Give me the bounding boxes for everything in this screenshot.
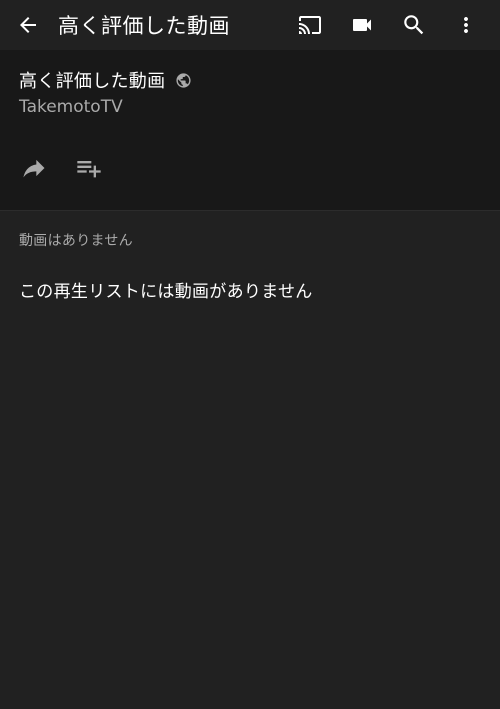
back-button[interactable]: [4, 1, 52, 49]
more-options-button[interactable]: [440, 1, 492, 49]
cast-button[interactable]: [284, 1, 336, 49]
share-button[interactable]: [20, 146, 68, 190]
section-label: 動画はありません: [19, 233, 133, 249]
app-bar: 高く評価した動画: [0, 0, 500, 50]
camera-button[interactable]: [336, 1, 388, 49]
page-title: 高く評価した動画: [58, 14, 230, 38]
empty-state-message: この再生リストには動画がありません: [19, 282, 313, 302]
add-to-playlist-button[interactable]: [75, 146, 123, 190]
videocam-icon: [353, 19, 371, 31]
channel-name[interactable]: TakemotoTV: [19, 97, 123, 117]
cast-icon: [299, 16, 321, 34]
more-vert-icon: [464, 17, 468, 33]
search-icon: [404, 15, 424, 35]
app-bar-actions: [284, 0, 492, 50]
share-icon: [23, 159, 45, 178]
playlist-header: 高く評価した動画 TakemotoTV: [0, 50, 500, 211]
playlist-title-row: 高く評価した動画: [19, 67, 192, 93]
playlist-add-icon: [77, 161, 101, 178]
globe-icon: [175, 72, 192, 89]
playlist-title: 高く評価した動画: [19, 71, 166, 92]
playlist-actions: [20, 146, 123, 190]
search-button[interactable]: [388, 1, 440, 49]
arrow-back-icon: [20, 17, 36, 33]
